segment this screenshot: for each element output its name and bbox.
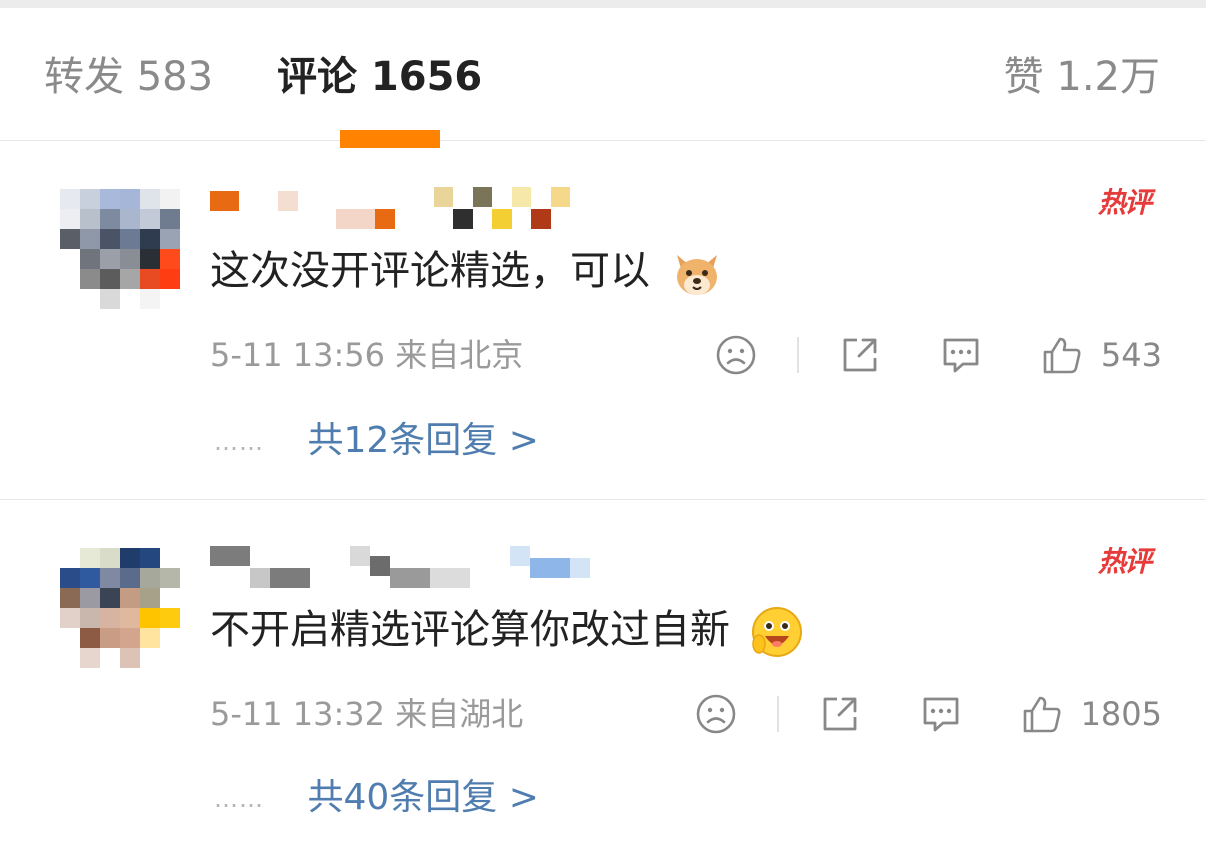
divider [776,696,779,732]
comment-time: 5-11 13:56 [210,336,386,374]
sad-face-icon [696,694,735,734]
like-count: 543 [1100,336,1162,374]
grinning-face-emoji [751,607,802,657]
thumbs-up-icon [1023,696,1061,733]
share-icon [823,697,856,731]
hot-comment-badge: 热评 [1097,186,1152,219]
dog-face-emoji [676,255,717,295]
like-button[interactable]: 1805 [1021,693,1162,735]
comment-item: 热评 这次没开评论精选，可以 5-11 13:56 来自北京 543 …… 共1… [0,141,1206,498]
comment-item: 热评 不开启精选评论算你改过自新 5-11 13:32 来自湖北 1805 ……… [0,499,1206,846]
tab-like[interactable]: 赞 1.2万 [1004,52,1160,102]
avatar[interactable] [60,548,180,668]
reply-summary: …… 共40条回复 > [214,774,539,823]
divider [796,337,799,373]
comment-meta: 5-11 13:56 来自北京 [210,333,523,377]
tab-repost[interactable]: 转发 583 [44,52,213,102]
comment-text-body: 不开启精选评论算你改过自新 [210,607,730,653]
view-replies-link[interactable]: 共40条回复 > [307,777,538,818]
comment-actions: 543 [715,331,1162,379]
comment-location: 来自湖北 [395,695,524,733]
share-button[interactable] [819,693,861,735]
reply-button[interactable] [919,693,963,735]
comment-actions: 1805 [695,690,1162,738]
share-icon [843,338,877,372]
dislike-button[interactable] [715,334,757,376]
reply-dots: …… [214,785,264,813]
top-strip [0,0,1206,8]
comment-text-body: 这次没开评论精选，可以 [210,248,650,294]
comment-meta: 5-11 13:32 来自湖北 [210,692,523,736]
tab-bar: 转发 583 评论 1656 赞 1.2万 [0,8,1206,148]
reply-button[interactable] [939,334,983,376]
like-button[interactable]: 543 [1041,334,1162,376]
username-redacted[interactable] [210,187,570,229]
tab-comment[interactable]: 评论 1656 [277,52,482,102]
reply-summary: …… 共12条回复 > [214,417,539,466]
dislike-button[interactable] [695,693,737,735]
comment-icon [923,697,958,732]
comment-location: 来自北京 [395,336,524,374]
comment-icon [943,338,979,373]
username-redacted[interactable] [210,546,660,588]
like-count: 1805 [1080,695,1162,733]
sad-face-icon [716,335,756,375]
comment-time: 5-11 13:32 [210,695,386,733]
comment-text: 这次没开评论精选，可以 [210,245,725,301]
thumbs-up-icon [1043,337,1081,374]
avatar[interactable] [60,189,180,309]
comment-text: 不开启精选评论算你改过自新 [210,604,805,660]
hot-comment-badge: 热评 [1097,545,1152,578]
reply-dots: …… [214,428,264,456]
view-replies-link[interactable]: 共12条回复 > [307,420,538,461]
share-button[interactable] [839,334,881,376]
